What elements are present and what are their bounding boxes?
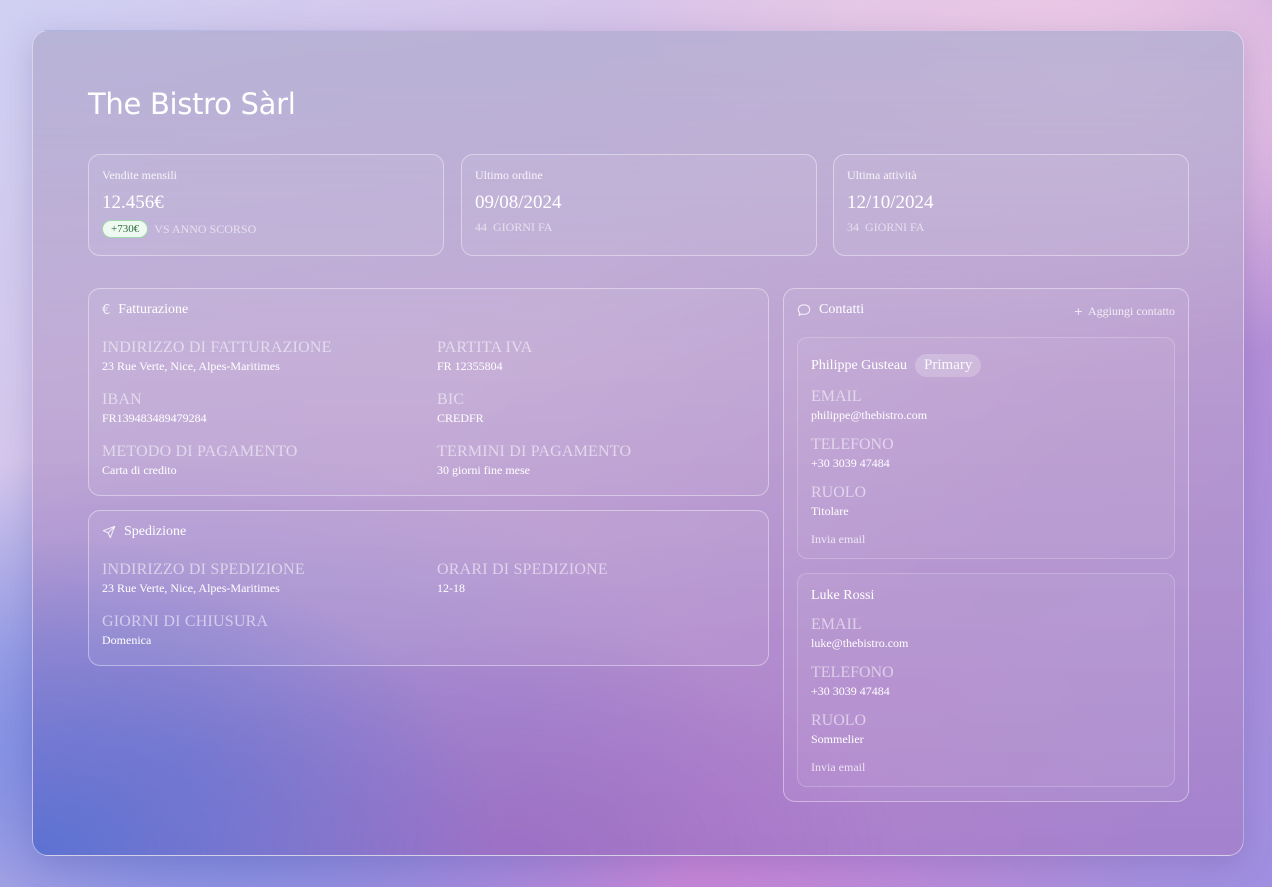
main-panel: The Bistro Sàrl Vendite mensili 12.456€ … (32, 30, 1244, 856)
field-value: CREDFR (437, 411, 484, 425)
contacts-section: Contatti + Aggiungi contatto Philippe Gu… (783, 288, 1189, 802)
section-title: Spedizione (124, 524, 187, 539)
contact-name: Philippe Gusteau (811, 357, 908, 373)
days-count: 44 (475, 220, 487, 234)
field-value: +30 3039 47484 (811, 684, 890, 698)
contact-card: Luke Rossi EMAIL luke@thebistro.com TELE… (797, 573, 1175, 787)
field-label: GIORNI DI CHIUSURA (102, 613, 269, 630)
field-value: 12-18 (437, 581, 465, 595)
field-label: EMAIL (811, 616, 862, 633)
stat-sub: 44 GIORNI FA (475, 220, 552, 235)
shipping-hours-field: ORARI DI SPEDIZIONE 12-18 (437, 561, 608, 596)
stat-label: Ultima attività (847, 168, 917, 182)
field-value: +30 3039 47484 (811, 456, 890, 470)
field-label: INDIRIZZO DI SPEDIZIONE (102, 561, 305, 578)
field-label: RUOLO (811, 484, 867, 501)
add-contact-label: Aggiungi contatto (1088, 304, 1175, 318)
iban-field: IBAN FR139483489479284 (102, 391, 207, 426)
send-email-link[interactable]: Invia email (811, 532, 865, 547)
closing-days-field: GIORNI DI CHIUSURA Domenica (102, 613, 268, 648)
euro-icon: € (102, 302, 111, 318)
contact-phone-field: TELEFONO +30 3039 47484 (811, 436, 894, 471)
stat-sub-label: GIORNI FA (493, 220, 553, 234)
delta-badge: +730€ (102, 220, 149, 238)
stat-sub-label: GIORNI FA (865, 220, 925, 234)
stat-sub-label: VS ANNO SCORSO (154, 221, 257, 236)
field-label: METODO DI PAGAMENTO (102, 443, 298, 460)
payment-terms-field: TERMINI DI PAGAMENTO 30 giorni fine mese (437, 443, 631, 478)
payment-method-field: METODO DI PAGAMENTO Carta di credito (102, 443, 298, 478)
stat-value: 12.456€ (102, 192, 164, 213)
contacts-header: Contatti (797, 302, 864, 318)
field-label: TERMINI DI PAGAMENTO (437, 443, 632, 460)
field-value: Domenica (102, 633, 152, 647)
stat-value: 12/10/2024 (847, 192, 934, 213)
stat-label: Vendite mensili (102, 168, 177, 182)
plus-icon: + (1073, 305, 1083, 318)
shipping-address-field: INDIRIZZO DI SPEDIZIONE 23 Rue Verte, Ni… (102, 561, 305, 596)
send-email-link[interactable]: Invia email (811, 760, 865, 775)
add-contact-button[interactable]: + Aggiungi contatto (1074, 304, 1175, 319)
days-count: 34 (847, 220, 859, 234)
bic-field: BIC CREDFR (437, 391, 484, 426)
section-title: Fatturazione (118, 302, 189, 317)
primary-badge: Primary (915, 354, 982, 377)
contact-name: Luke Rossi (811, 588, 875, 603)
section-title: Contatti (819, 302, 865, 317)
contact-email-field: EMAIL luke@thebistro.com (811, 616, 908, 651)
field-value: philippe@thebistro.com (811, 408, 928, 422)
field-value: 23 Rue Verte, Nice, Alpes-Maritimes (102, 359, 280, 373)
stat-card-last-order: Ultimo ordine 09/08/2024 44 GIORNI FA (461, 154, 817, 256)
contact-name-row: Luke Rossi (811, 588, 874, 604)
contact-name-row: Philippe Gusteau Primary (811, 354, 982, 377)
contact-email-field: EMAIL philippe@thebistro.com (811, 388, 927, 423)
vat-number-field: PARTITA IVA FR 12355804 (437, 339, 533, 374)
send-icon (102, 525, 116, 539)
billing-section: € Fatturazione INDIRIZZO DI FATTURAZIONE… (88, 288, 769, 496)
stat-label: Ultimo ordine (475, 168, 543, 182)
billing-header: € Fatturazione (102, 302, 188, 318)
shipping-header: Spedizione (102, 524, 186, 540)
stat-card-last-activity: Ultima attività 12/10/2024 34 GIORNI FA (833, 154, 1189, 256)
field-label: TELEFONO (811, 664, 894, 681)
stat-card-monthly-sales: Vendite mensili 12.456€ +730€ VS ANNO SC… (88, 154, 444, 256)
stat-value: 09/08/2024 (475, 192, 562, 213)
field-value: FR139483489479284 (102, 411, 207, 425)
field-value: 23 Rue Verte, Nice, Alpes-Maritimes (102, 581, 280, 595)
page-title: The Bistro Sàrl (88, 87, 296, 121)
chat-bubble-icon (797, 304, 811, 317)
field-label: EMAIL (811, 388, 862, 405)
contact-card: Philippe Gusteau Primary EMAIL philippe@… (797, 337, 1175, 559)
contact-role-field: RUOLO Sommelier (811, 712, 866, 747)
shipping-section: Spedizione INDIRIZZO DI SPEDIZIONE 23 Ru… (88, 510, 769, 666)
stat-sub: 34 GIORNI FA (847, 220, 924, 235)
field-value: FR 12355804 (437, 359, 503, 373)
field-label: INDIRIZZO DI FATTURAZIONE (102, 339, 332, 356)
field-value: Sommelier (811, 732, 864, 746)
field-value: 30 giorni fine mese (437, 463, 530, 477)
field-label: RUOLO (811, 712, 867, 729)
field-value: Carta di credito (102, 463, 177, 477)
field-value: luke@thebistro.com (811, 636, 909, 650)
field-label: BIC (437, 391, 465, 408)
field-label: PARTITA IVA (437, 339, 533, 356)
field-label: IBAN (102, 391, 142, 408)
contact-role-field: RUOLO Titolare (811, 484, 866, 519)
billing-address-field: INDIRIZZO DI FATTURAZIONE 23 Rue Verte, … (102, 339, 332, 374)
field-value: Titolare (811, 504, 849, 518)
field-label: ORARI DI SPEDIZIONE (437, 561, 608, 578)
field-label: TELEFONO (811, 436, 894, 453)
stat-sub: +730€ VS ANNO SCORSO (102, 220, 256, 238)
contact-phone-field: TELEFONO +30 3039 47484 (811, 664, 894, 699)
